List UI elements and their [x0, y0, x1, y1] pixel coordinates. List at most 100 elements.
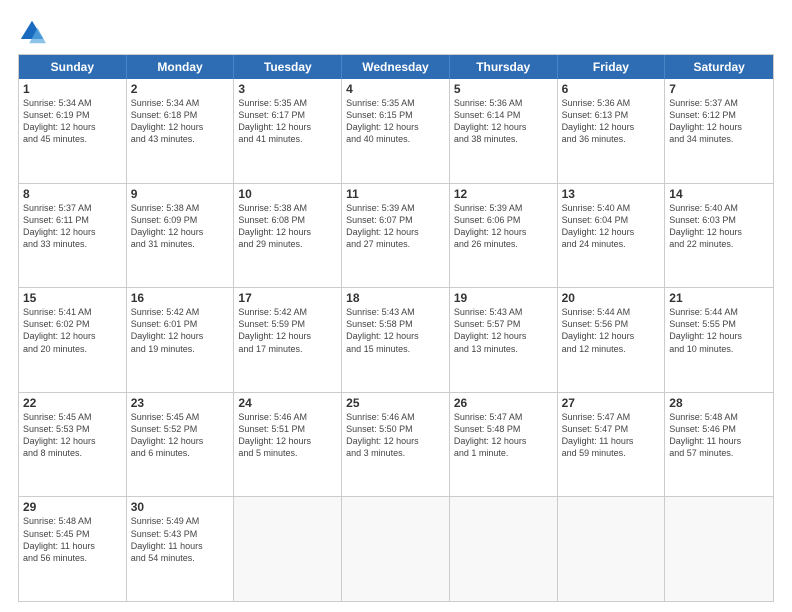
day-details: Sunrise: 5:40 AM Sunset: 6:04 PM Dayligh… — [562, 202, 661, 251]
day-number: 29 — [23, 500, 122, 514]
day-number: 25 — [346, 396, 445, 410]
day-number: 23 — [131, 396, 230, 410]
calendar-cell-6: 6Sunrise: 5:36 AM Sunset: 6:13 PM Daylig… — [558, 79, 666, 183]
calendar-cell-empty-5 — [558, 497, 666, 601]
calendar-cell-23: 23Sunrise: 5:45 AM Sunset: 5:52 PM Dayli… — [127, 393, 235, 497]
day-number: 1 — [23, 82, 122, 96]
day-number: 21 — [669, 291, 769, 305]
day-details: Sunrise: 5:40 AM Sunset: 6:03 PM Dayligh… — [669, 202, 769, 251]
day-details: Sunrise: 5:48 AM Sunset: 5:45 PM Dayligh… — [23, 515, 122, 564]
day-number: 20 — [562, 291, 661, 305]
day-details: Sunrise: 5:35 AM Sunset: 6:17 PM Dayligh… — [238, 97, 337, 146]
day-number: 4 — [346, 82, 445, 96]
day-number: 19 — [454, 291, 553, 305]
day-details: Sunrise: 5:47 AM Sunset: 5:48 PM Dayligh… — [454, 411, 553, 460]
day-details: Sunrise: 5:49 AM Sunset: 5:43 PM Dayligh… — [131, 515, 230, 564]
header-tuesday: Tuesday — [234, 55, 342, 79]
calendar-cell-24: 24Sunrise: 5:46 AM Sunset: 5:51 PM Dayli… — [234, 393, 342, 497]
calendar-body: 1Sunrise: 5:34 AM Sunset: 6:19 PM Daylig… — [19, 79, 773, 601]
day-details: Sunrise: 5:42 AM Sunset: 5:59 PM Dayligh… — [238, 306, 337, 355]
day-number: 12 — [454, 187, 553, 201]
calendar-cell-21: 21Sunrise: 5:44 AM Sunset: 5:55 PM Dayli… — [665, 288, 773, 392]
calendar-cell-empty-4 — [450, 497, 558, 601]
header-thursday: Thursday — [450, 55, 558, 79]
calendar-cell-7: 7Sunrise: 5:37 AM Sunset: 6:12 PM Daylig… — [665, 79, 773, 183]
day-number: 17 — [238, 291, 337, 305]
day-details: Sunrise: 5:46 AM Sunset: 5:51 PM Dayligh… — [238, 411, 337, 460]
day-details: Sunrise: 5:36 AM Sunset: 6:14 PM Dayligh… — [454, 97, 553, 146]
day-details: Sunrise: 5:44 AM Sunset: 5:56 PM Dayligh… — [562, 306, 661, 355]
day-number: 28 — [669, 396, 769, 410]
week-row-5: 29Sunrise: 5:48 AM Sunset: 5:45 PM Dayli… — [19, 496, 773, 601]
week-row-2: 8Sunrise: 5:37 AM Sunset: 6:11 PM Daylig… — [19, 183, 773, 288]
calendar-cell-26: 26Sunrise: 5:47 AM Sunset: 5:48 PM Dayli… — [450, 393, 558, 497]
day-details: Sunrise: 5:34 AM Sunset: 6:18 PM Dayligh… — [131, 97, 230, 146]
day-number: 16 — [131, 291, 230, 305]
calendar-cell-10: 10Sunrise: 5:38 AM Sunset: 6:08 PM Dayli… — [234, 184, 342, 288]
header-wednesday: Wednesday — [342, 55, 450, 79]
day-details: Sunrise: 5:47 AM Sunset: 5:47 PM Dayligh… — [562, 411, 661, 460]
calendar-cell-empty-3 — [342, 497, 450, 601]
header-saturday: Saturday — [665, 55, 773, 79]
day-number: 22 — [23, 396, 122, 410]
day-details: Sunrise: 5:42 AM Sunset: 6:01 PM Dayligh… — [131, 306, 230, 355]
day-details: Sunrise: 5:36 AM Sunset: 6:13 PM Dayligh… — [562, 97, 661, 146]
week-row-3: 15Sunrise: 5:41 AM Sunset: 6:02 PM Dayli… — [19, 287, 773, 392]
calendar-cell-13: 13Sunrise: 5:40 AM Sunset: 6:04 PM Dayli… — [558, 184, 666, 288]
day-number: 30 — [131, 500, 230, 514]
day-details: Sunrise: 5:35 AM Sunset: 6:15 PM Dayligh… — [346, 97, 445, 146]
calendar-cell-18: 18Sunrise: 5:43 AM Sunset: 5:58 PM Dayli… — [342, 288, 450, 392]
calendar-cell-4: 4Sunrise: 5:35 AM Sunset: 6:15 PM Daylig… — [342, 79, 450, 183]
calendar-cell-12: 12Sunrise: 5:39 AM Sunset: 6:06 PM Dayli… — [450, 184, 558, 288]
day-details: Sunrise: 5:46 AM Sunset: 5:50 PM Dayligh… — [346, 411, 445, 460]
day-number: 15 — [23, 291, 122, 305]
calendar-cell-empty-6 — [665, 497, 773, 601]
calendar-cell-8: 8Sunrise: 5:37 AM Sunset: 6:11 PM Daylig… — [19, 184, 127, 288]
day-number: 18 — [346, 291, 445, 305]
day-details: Sunrise: 5:41 AM Sunset: 6:02 PM Dayligh… — [23, 306, 122, 355]
week-row-4: 22Sunrise: 5:45 AM Sunset: 5:53 PM Dayli… — [19, 392, 773, 497]
day-details: Sunrise: 5:38 AM Sunset: 6:09 PM Dayligh… — [131, 202, 230, 251]
day-details: Sunrise: 5:45 AM Sunset: 5:52 PM Dayligh… — [131, 411, 230, 460]
day-number: 11 — [346, 187, 445, 201]
day-number: 13 — [562, 187, 661, 201]
calendar-cell-19: 19Sunrise: 5:43 AM Sunset: 5:57 PM Dayli… — [450, 288, 558, 392]
day-number: 9 — [131, 187, 230, 201]
day-number: 24 — [238, 396, 337, 410]
calendar-cell-1: 1Sunrise: 5:34 AM Sunset: 6:19 PM Daylig… — [19, 79, 127, 183]
day-number: 26 — [454, 396, 553, 410]
calendar-cell-3: 3Sunrise: 5:35 AM Sunset: 6:17 PM Daylig… — [234, 79, 342, 183]
week-row-1: 1Sunrise: 5:34 AM Sunset: 6:19 PM Daylig… — [19, 79, 773, 183]
calendar-cell-2: 2Sunrise: 5:34 AM Sunset: 6:18 PM Daylig… — [127, 79, 235, 183]
calendar-cell-empty-2 — [234, 497, 342, 601]
day-details: Sunrise: 5:39 AM Sunset: 6:07 PM Dayligh… — [346, 202, 445, 251]
day-details: Sunrise: 5:43 AM Sunset: 5:58 PM Dayligh… — [346, 306, 445, 355]
calendar-cell-29: 29Sunrise: 5:48 AM Sunset: 5:45 PM Dayli… — [19, 497, 127, 601]
calendar: Sunday Monday Tuesday Wednesday Thursday… — [18, 54, 774, 602]
header-friday: Friday — [558, 55, 666, 79]
day-number: 10 — [238, 187, 337, 201]
day-number: 8 — [23, 187, 122, 201]
page-header — [18, 18, 774, 46]
logo-icon — [18, 18, 46, 46]
calendar-cell-22: 22Sunrise: 5:45 AM Sunset: 5:53 PM Dayli… — [19, 393, 127, 497]
calendar-cell-20: 20Sunrise: 5:44 AM Sunset: 5:56 PM Dayli… — [558, 288, 666, 392]
day-details: Sunrise: 5:37 AM Sunset: 6:12 PM Dayligh… — [669, 97, 769, 146]
calendar-cell-25: 25Sunrise: 5:46 AM Sunset: 5:50 PM Dayli… — [342, 393, 450, 497]
day-number: 2 — [131, 82, 230, 96]
calendar-cell-28: 28Sunrise: 5:48 AM Sunset: 5:46 PM Dayli… — [665, 393, 773, 497]
logo — [18, 18, 50, 46]
day-details: Sunrise: 5:43 AM Sunset: 5:57 PM Dayligh… — [454, 306, 553, 355]
calendar-header: Sunday Monday Tuesday Wednesday Thursday… — [19, 55, 773, 79]
day-number: 6 — [562, 82, 661, 96]
calendar-cell-15: 15Sunrise: 5:41 AM Sunset: 6:02 PM Dayli… — [19, 288, 127, 392]
day-number: 27 — [562, 396, 661, 410]
day-number: 7 — [669, 82, 769, 96]
calendar-cell-9: 9Sunrise: 5:38 AM Sunset: 6:09 PM Daylig… — [127, 184, 235, 288]
calendar-cell-17: 17Sunrise: 5:42 AM Sunset: 5:59 PM Dayli… — [234, 288, 342, 392]
day-details: Sunrise: 5:45 AM Sunset: 5:53 PM Dayligh… — [23, 411, 122, 460]
calendar-cell-14: 14Sunrise: 5:40 AM Sunset: 6:03 PM Dayli… — [665, 184, 773, 288]
day-details: Sunrise: 5:48 AM Sunset: 5:46 PM Dayligh… — [669, 411, 769, 460]
day-number: 3 — [238, 82, 337, 96]
calendar-cell-5: 5Sunrise: 5:36 AM Sunset: 6:14 PM Daylig… — [450, 79, 558, 183]
